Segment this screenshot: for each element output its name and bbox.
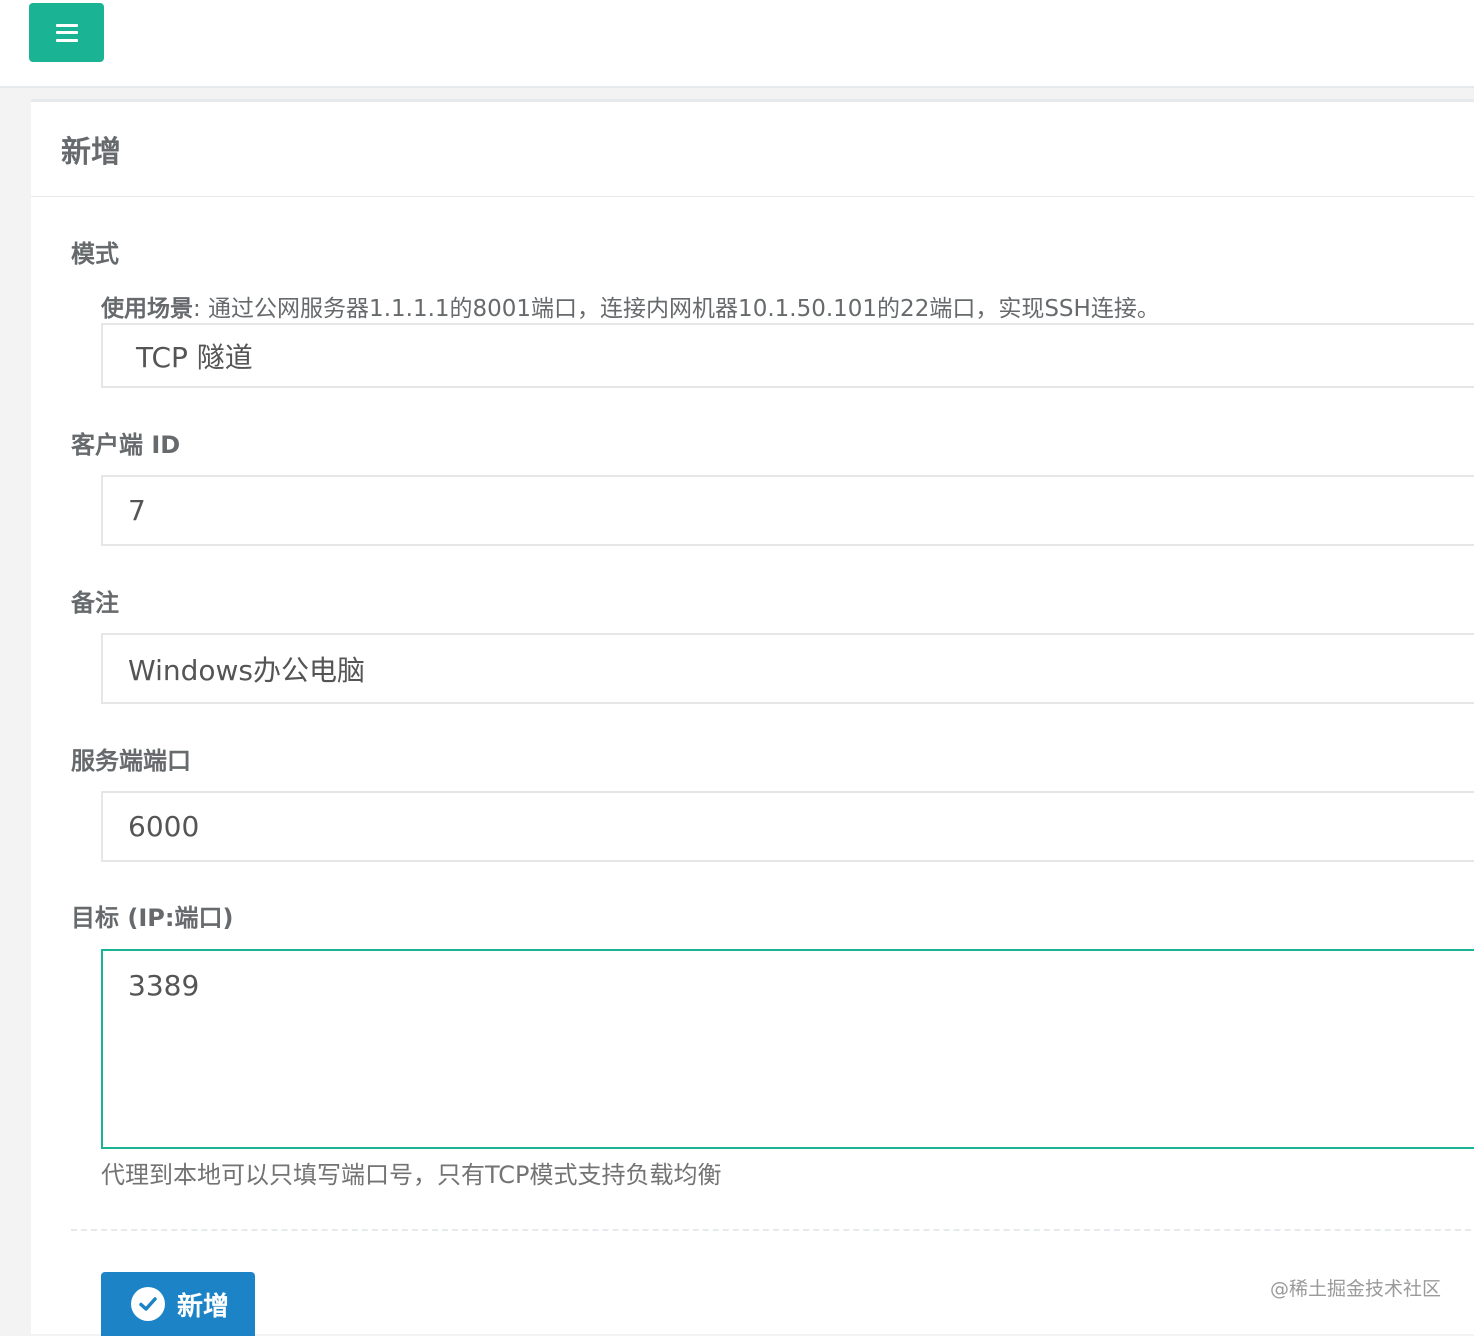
client-id-input[interactable]: 7 xyxy=(101,475,1474,546)
watermark: @稀土掘金技术社区 xyxy=(1270,1274,1441,1301)
target-value: 3389 xyxy=(128,969,199,1002)
submit-button[interactable]: 新增 xyxy=(101,1272,255,1336)
form-divider xyxy=(71,1229,1474,1231)
target-textarea[interactable]: 3389 xyxy=(101,949,1474,1149)
submit-button-label: 新增 xyxy=(177,1286,229,1323)
remark-label: 备注 xyxy=(71,583,119,618)
target-help-text: 代理到本地可以只填写端口号，只有TCP模式支持负载均衡 xyxy=(101,1155,721,1190)
client-id-value: 7 xyxy=(128,494,146,527)
hamburger-icon xyxy=(56,24,78,42)
mode-hint-prefix: 使用场景 xyxy=(101,296,193,322)
target-label: 目标 (IP:端口) xyxy=(71,898,233,933)
panel-title: 新增 xyxy=(31,102,1474,197)
mode-select[interactable]: TCP 隧道 xyxy=(101,323,1474,388)
check-circle-icon xyxy=(131,1287,165,1321)
mode-label: 模式 xyxy=(71,234,119,269)
server-port-label: 服务端端口 xyxy=(71,741,191,776)
mode-hint-text: : 通过公网服务器1.1.1.1的8001端口，连接内网机器10.1.50.10… xyxy=(193,296,1160,322)
server-port-value: 6000 xyxy=(128,810,199,843)
server-port-input[interactable]: 6000 xyxy=(101,791,1474,862)
mode-select-value: TCP 隧道 xyxy=(136,336,253,376)
mode-hint: 使用场景: 通过公网服务器1.1.1.1的8001端口，连接内网机器10.1.5… xyxy=(101,289,1160,323)
remark-input[interactable]: Windows办公电脑 xyxy=(101,633,1474,704)
client-id-label: 客户端 ID xyxy=(71,425,180,460)
top-navbar xyxy=(0,0,1474,88)
menu-toggle-button[interactable] xyxy=(29,3,104,62)
remark-value: Windows办公电脑 xyxy=(128,649,365,689)
form-panel: 新增 模式 使用场景: 通过公网服务器1.1.1.1的8001端口，连接内网机器… xyxy=(31,99,1474,1334)
